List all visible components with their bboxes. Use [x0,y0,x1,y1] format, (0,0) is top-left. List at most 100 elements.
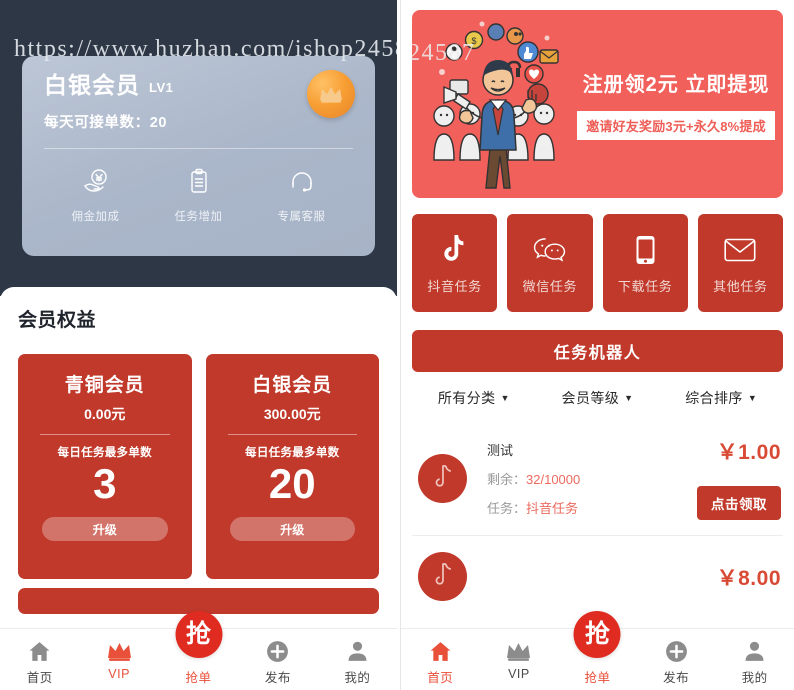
filter-category[interactable]: 所有分类 ▼ [412,388,536,408]
task-price: ￥1.00 [716,441,781,464]
tab-label: VIP [508,667,530,681]
vip-perk-commission[interactable]: 佣金加成 [45,165,147,224]
chevron-down-icon: ▼ [624,393,634,403]
vip-daily-orders: 每天可接单数：20 [44,115,168,131]
referral-banner[interactable]: 24587 $ 注册领2元 立即提现 邀请好友奖励3元+永久8%提成 [412,10,783,198]
tab-profile[interactable]: 我的 [318,637,397,686]
chevron-down-icon: ▼ [747,393,758,403]
tab-home[interactable]: 首页 [401,637,480,686]
upgrade-button[interactable]: 升级 [229,517,355,542]
phone-download-icon [635,232,656,268]
category-tile-other[interactable]: 其他任务 [697,214,783,312]
vip-perk-label: 任务增加 [174,211,223,223]
task-remaining-label: 剩余： [487,471,527,487]
tab-vip[interactable]: VIP [79,637,158,681]
task-price: ￥8.00 [716,566,781,590]
tab-grab-order[interactable]: 抢 抢单 [159,611,238,686]
tier-cap-value: 20 [268,460,316,507]
envelope-icon [724,232,756,268]
category-label: 下载任务 [617,278,673,294]
task-row[interactable]: 测试 剩余：32/10000 任务：抖音任务 ￥1.00 点击领取 [412,420,783,536]
grab-order-icon[interactable]: 抢 [175,611,223,658]
vip-perk-support[interactable]: 专属客服 [251,165,353,224]
tab-label: 抢单 [584,671,611,685]
tiktok-icon [418,453,467,503]
filter-sort[interactable]: 综合排序 ▼ [659,388,783,408]
tab-publish[interactable]: 发布 [238,637,317,686]
category-tile-row: 抖音任务 微信任务 下载任务 其他任务 [412,214,783,312]
vip-perk-label: 专属客服 [277,211,326,223]
plus-circle-icon [238,637,317,665]
task-list: 测试 剩余：32/10000 任务：抖音任务 ￥1.00 点击领取 ￥8.00 [412,420,783,616]
filter-label: 会员等级 [561,390,620,406]
wechat-icon [533,232,566,268]
tab-label: 我的 [344,671,371,685]
tier-card-bronze[interactable]: 青铜会员 0.00元 每日任务最多单数 3 升级 [18,354,192,579]
person-icon [318,637,397,665]
upgrade-button[interactable]: 升级 [42,517,168,542]
tier-price: 300.00元 [263,406,321,422]
filter-member-level[interactable]: 会员等级 ▼ [536,388,660,408]
task-info: 测试 剩余：32/10000 任务：抖音任务 [487,440,673,517]
vip-member-name: 白银会员 [44,72,140,98]
person-icon [715,637,794,665]
megaphone-man-referral-illustration: $ [412,10,577,198]
vip-perk-label: 佣金加成 [71,211,120,223]
crown-icon [307,70,355,118]
left-phone-screen: https://www.huzhan.com/ishop24587 白银会员 L… [0,0,397,690]
category-tile-download[interactable]: 下载任务 [602,214,688,312]
tier-cap-value: 3 [93,460,117,507]
tab-label: 首页 [427,671,454,685]
category-tile-wechat[interactable]: 微信任务 [507,214,593,312]
right-phone-screen: 24587 $ 注册领2元 立即提现 邀请好友奖励3元+永久8%提成 抖音任务 … [400,0,794,690]
tiktok-icon [418,552,467,601]
clipboard-task-icon [148,165,250,199]
task-robot-button[interactable]: 任务机器人 [412,330,783,372]
vip-perk-tasks[interactable]: 任务增加 [148,165,250,224]
category-label: 微信任务 [522,278,578,294]
tier-name: 白银会员 [252,375,333,396]
filter-bar: 所有分类 ▼ 会员等级 ▼ 综合排序 ▼ [412,388,783,420]
tab-publish[interactable]: 发布 [637,637,716,686]
tab-label: 抢单 [185,671,212,685]
task-remaining-value: 32/10000 [526,471,581,487]
tier-card-silver[interactable]: 白银会员 300.00元 每日任务最多单数 20 升级 [205,354,379,579]
task-row[interactable]: ￥8.00 [412,536,783,616]
tier-divider [227,434,357,435]
tier-card-row: 青铜会员 0.00元 每日任务最多单数 3 升级 白银会员 300.00元 每日… [18,354,379,579]
vip-member-card[interactable]: 白银会员 LV1 每天可接单数：20 佣金加成 任务增加 专属客服 [22,56,375,256]
tab-label: VIP [108,667,130,681]
tab-profile[interactable]: 我的 [715,637,794,686]
crown-icon [480,637,559,665]
vip-member-level: LV1 [149,80,174,95]
claim-task-button[interactable]: 点击领取 [697,486,781,520]
tier-cap-label: 每日任务最多单数 [245,447,340,459]
tier-price: 0.00元 [84,406,126,422]
tier-divider [40,434,170,435]
category-label: 抖音任务 [427,278,482,294]
svg-text:$: $ [471,36,476,46]
task-type-label: 任务： [487,500,527,516]
tab-label: 发布 [264,671,291,685]
chevron-down-icon: ▼ [500,393,510,403]
banner-headline: 注册领2元 立即提现 [582,74,770,96]
bottom-tabbar-right: 首页 VIP 抢 抢单 发布 我的 [401,611,794,690]
grab-order-icon[interactable]: 抢 [573,611,621,658]
tab-label: 发布 [663,671,690,685]
vip-divider [44,148,353,149]
tiktok-icon [442,232,467,268]
tab-home[interactable]: 首页 [0,637,79,686]
category-label: 其他任务 [713,278,768,294]
task-title: 测试 [487,442,514,458]
tab-label: 我的 [741,671,768,685]
tier-cap-label: 每日任务最多单数 [57,447,152,459]
filter-label: 综合排序 [685,390,743,406]
vip-perks-row: 佣金加成 任务增加 专属客服 [44,165,353,224]
bottom-tabbar-left: 首页 VIP 抢 抢单 发布 我的 [0,611,397,690]
tier-name: 青铜会员 [64,375,145,396]
home-icon [401,637,480,665]
task-remaining: 剩余：32/10000 [487,469,673,488]
category-tile-tiktok[interactable]: 抖音任务 [412,214,498,312]
tab-grab-order[interactable]: 抢 抢单 [558,611,637,686]
tab-vip[interactable]: VIP [480,637,559,681]
